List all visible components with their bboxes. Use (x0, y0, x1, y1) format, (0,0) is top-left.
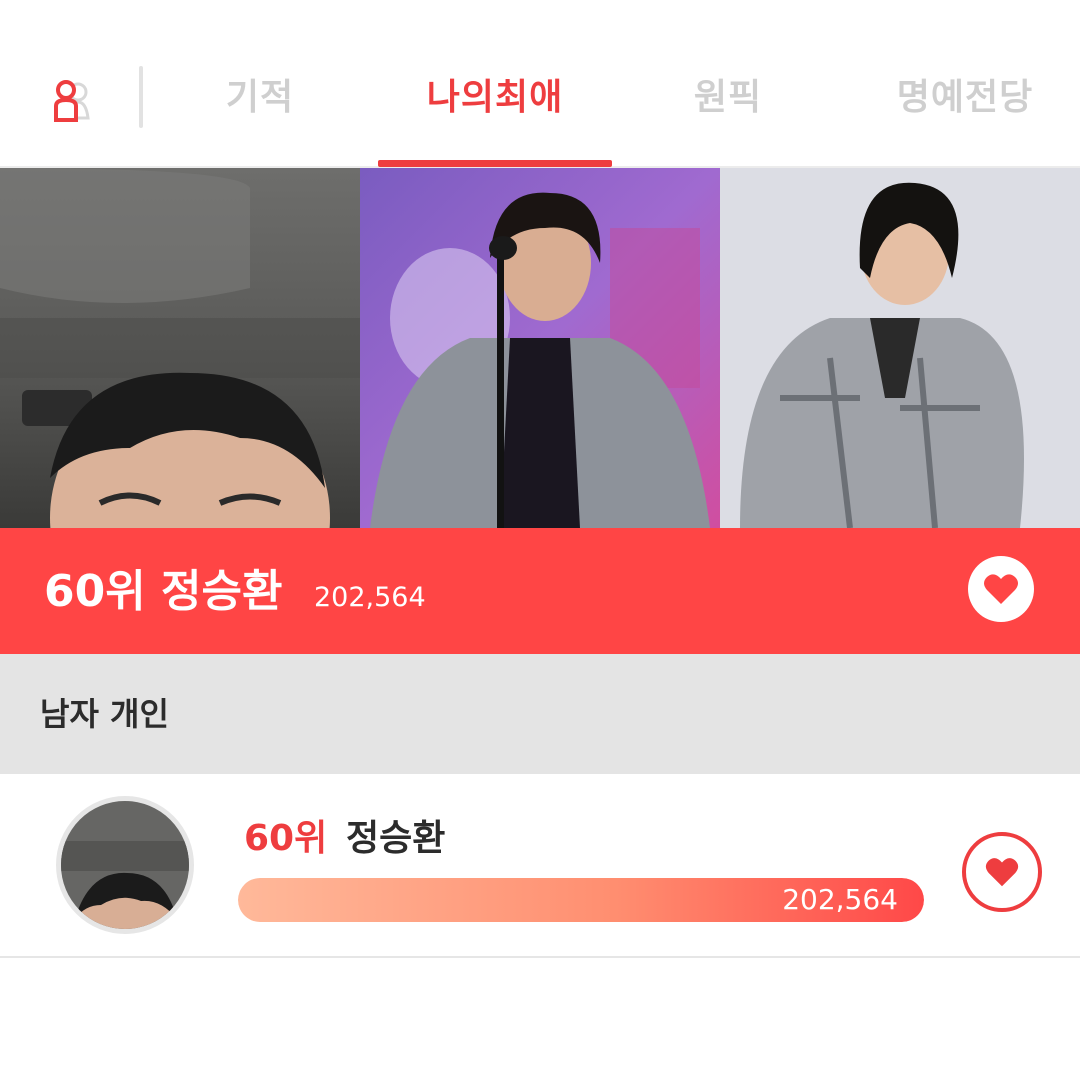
tab-divider (139, 66, 143, 128)
heart-icon (984, 574, 1018, 604)
banner-rank-name: 60위 정승환 (44, 566, 283, 617)
active-tab-indicator (378, 160, 612, 167)
rank-banner: 60위 정승환 202,564 (0, 528, 1080, 654)
tab-one-pick[interactable]: 원픽 (668, 74, 788, 122)
vote-progress-value: 202,564 (782, 883, 898, 916)
top-tab-bar: 기적 나의최애 원픽 명예전당 (0, 0, 1080, 168)
category-header: 남자 개인 (0, 654, 1080, 774)
photo-3[interactable] (720, 168, 1080, 528)
app-screen: 기적 나의최애 원픽 명예전당 60위 정승환 202,564 남자 개인 60… (0, 0, 1080, 1080)
heart-icon (985, 858, 1019, 887)
photo-gallery (0, 168, 1080, 528)
category-title: 남자 개인 (40, 695, 169, 733)
ranking-row[interactable]: 60위 정승환 202,564 (0, 774, 1080, 958)
banner-vote-button[interactable] (968, 556, 1034, 622)
photo-2[interactable] (360, 168, 720, 528)
vote-progress-bar: 202,564 (238, 878, 924, 922)
tab-hall-of-fame[interactable]: 명예전당 (880, 74, 1050, 122)
profile-button[interactable] (44, 70, 100, 126)
tab-my-favorite[interactable]: 나의최애 (395, 74, 595, 122)
photo-1[interactable] (0, 168, 360, 528)
row-vote-button[interactable] (962, 832, 1042, 912)
profile-icon (54, 80, 90, 122)
tab-miracle[interactable]: 기적 (200, 74, 320, 122)
row-rank: 60위 (244, 818, 328, 859)
banner-vote-count: 202,564 (314, 582, 426, 613)
avatar[interactable] (56, 796, 194, 934)
row-name: 정승환 (346, 818, 446, 859)
